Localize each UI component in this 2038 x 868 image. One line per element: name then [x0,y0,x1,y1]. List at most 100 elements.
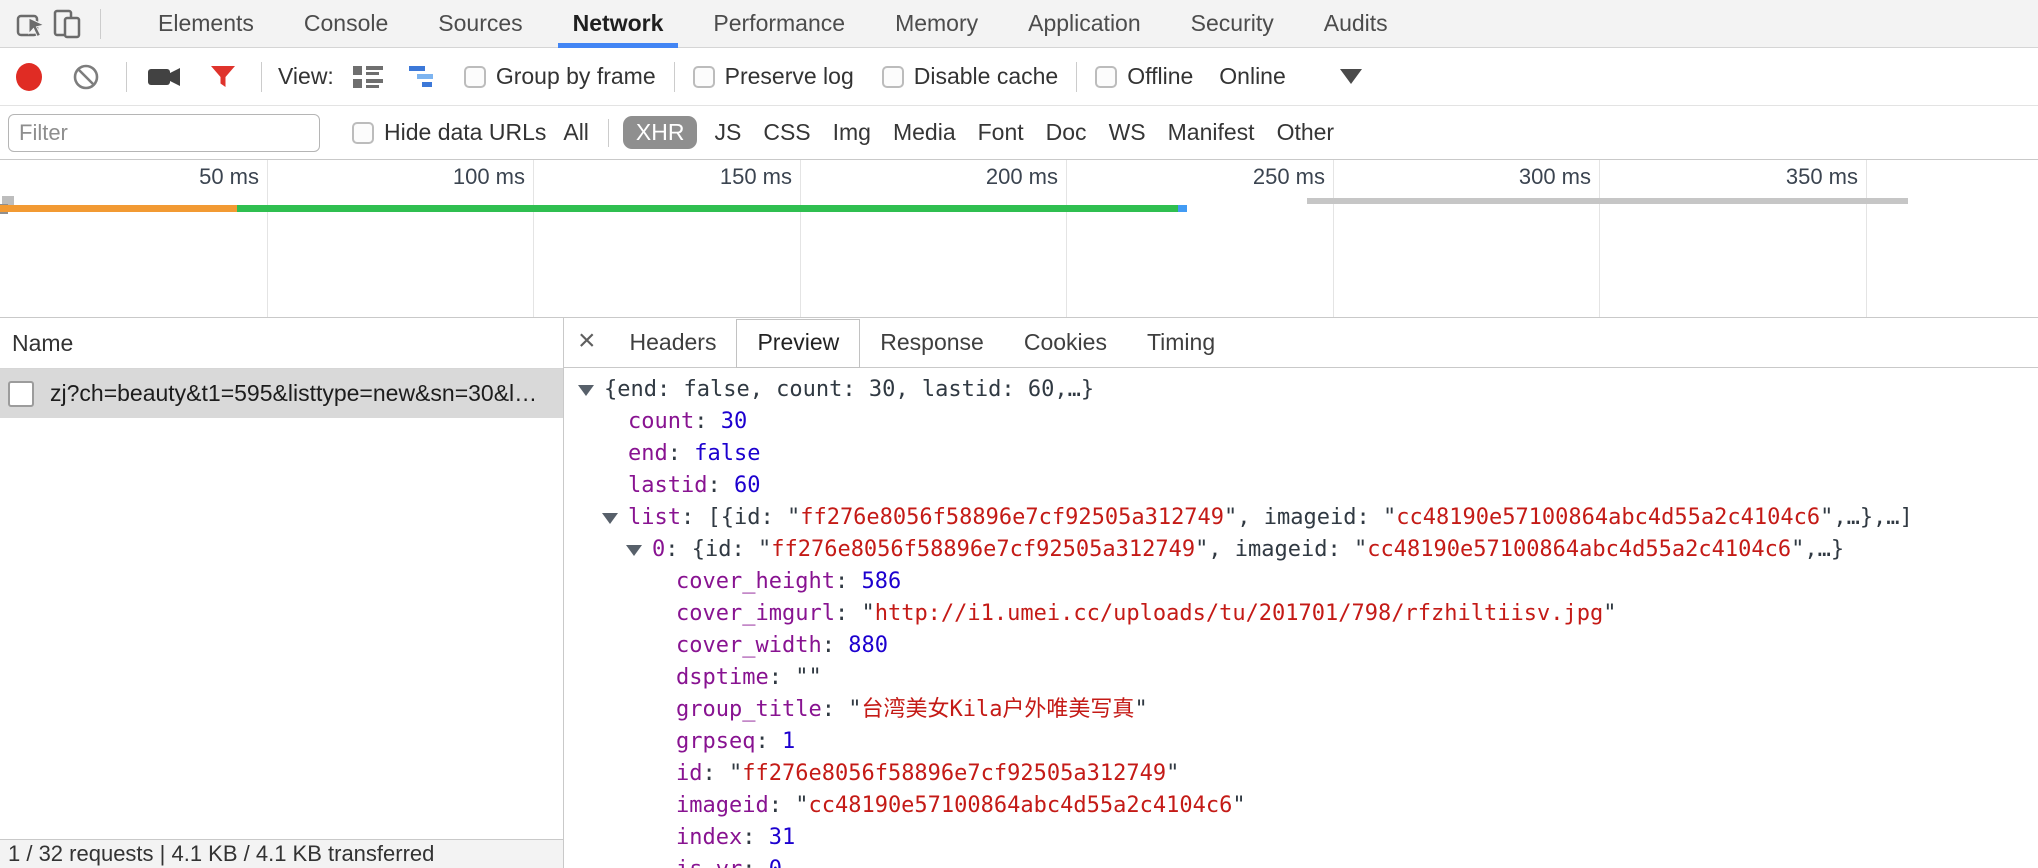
name-column-header[interactable]: Name [0,318,563,369]
tree-line[interactable]: dsptime: "" [564,662,2038,694]
tree-seg-plain: : " [703,761,743,786]
expand-arrow-icon[interactable] [602,502,628,534]
filter-type-font[interactable]: Font [978,119,1024,146]
tab-audits[interactable]: Audits [1299,0,1413,48]
filter-type-css[interactable]: CSS [763,119,810,146]
timeline-tick-label: 150 ms [720,164,792,190]
tree-line[interactable]: end: false [564,438,2038,470]
devtools-window: ElementsConsoleSourcesNetworkPerformance… [0,0,2038,868]
close-icon[interactable]: × [578,326,596,356]
waterfall-bar-blue-tip [1178,205,1187,212]
tree-seg-plain: : [707,473,734,498]
tree-line[interactable]: cover_imgurl: "http://i1.umei.cc/uploads… [564,598,2038,630]
detail-tab-headers[interactable]: Headers [610,318,737,368]
tree-line[interactable]: group_title: "台湾美女Kila户外唯美写真" [564,694,2038,726]
preserve-log-checkbox[interactable] [693,66,715,88]
detail-tab-response[interactable]: Response [860,318,1004,368]
tab-elements[interactable]: Elements [133,0,279,48]
filter-type-img[interactable]: Img [833,119,871,146]
resource-doc-icon [8,381,34,407]
clear-icon[interactable] [68,59,104,95]
tree-line[interactable]: is_vr: 0 [564,854,2038,868]
divider [261,62,262,92]
filter-type-doc[interactable]: Doc [1046,119,1087,146]
show-overview-icon[interactable] [406,59,442,95]
filter-type-media[interactable]: Media [893,119,956,146]
waterfall-bar-green [237,205,1178,212]
filter-type-js[interactable]: JS [714,119,741,146]
tree-seg-num: 0 [769,857,782,868]
hide-data-urls-label: Hide data URLs [384,119,546,146]
throttling-caret-icon[interactable] [1340,69,1362,84]
tree-seg-key: id [676,761,703,786]
hide-data-urls-checkbox[interactable] [352,122,374,144]
tree-seg-key: cover_width [676,633,822,658]
filter-funnel-icon[interactable] [205,59,241,95]
detail-tab-cookies[interactable]: Cookies [1004,318,1127,368]
filter-type-ws[interactable]: WS [1109,119,1146,146]
requests-status-bar: 1 / 32 requests | 4.1 KB / 4.1 KB transf… [0,839,563,868]
timeline-gridline [1333,160,1334,317]
filter-type-xhr[interactable]: XHR [623,116,698,149]
tree-seg-key: count [628,409,694,434]
offline-label: Offline [1127,63,1193,90]
timeline-gridline [1599,160,1600,317]
tab-network[interactable]: Network [548,0,689,48]
tree-line[interactable]: lastid: 60 [564,470,2038,502]
tree-seg-str: ff276e8056f58896e7cf92505a312749 [771,537,1195,562]
tree-line[interactable]: grpseq: 1 [564,726,2038,758]
capture-screenshots-icon[interactable] [147,59,183,95]
record-button[interactable] [16,63,42,91]
divider [126,62,127,92]
tab-sources[interactable]: Sources [413,0,547,48]
filter-type-other[interactable]: Other [1277,119,1335,146]
request-row[interactable]: zj?ch=beauty&t1=595&listtype=new&sn=30&l… [0,369,563,418]
tree-seg-plain: " [1603,601,1616,626]
timeline-gridline [800,160,801,317]
network-overview[interactable]: 50 ms100 ms150 ms200 ms250 ms300 ms350 m… [0,160,2038,318]
tree-line[interactable]: cover_width: 880 [564,630,2038,662]
waterfall-bar-gray [1307,198,1908,204]
divider [1076,62,1077,92]
tree-line[interactable]: index: 31 [564,822,2038,854]
tree-line[interactable]: list: [{id: "ff276e8056f58896e7cf92505a3… [564,502,2038,534]
tree-line[interactable]: imageid: "cc48190e57100864abc4d55a2c4104… [564,790,2038,822]
tree-line[interactable]: {end: false, count: 30, lastid: 60,…} [564,374,2038,406]
tree-line[interactable]: 0: {id: "ff276e8056f58896e7cf92505a31274… [564,534,2038,566]
tree-seg-key: index [676,825,742,850]
offline-checkbox[interactable] [1095,66,1117,88]
detail-tab-preview[interactable]: Preview [736,319,860,368]
tree-line[interactable]: count: 30 [564,406,2038,438]
tree-seg-key: lastid [628,473,707,498]
tab-security[interactable]: Security [1166,0,1299,48]
tree-line[interactable]: id: "ff276e8056f58896e7cf92505a312749" [564,758,2038,790]
tree-seg-plain: ", imageid: " [1224,505,1396,530]
filter-type-all[interactable]: All [563,119,589,146]
disable-cache-checkbox[interactable] [882,66,904,88]
tree-seg-str: ff276e8056f58896e7cf92505a312749 [800,505,1224,530]
tree-seg-key: list [628,505,681,530]
tree-seg-key: 0 [652,537,665,562]
tab-application[interactable]: Application [1003,0,1166,48]
tree-seg-plain: : " [769,793,809,818]
group-by-frame-checkbox[interactable] [464,66,486,88]
tree-line[interactable]: cover_height: 586 [564,566,2038,598]
tab-console[interactable]: Console [279,0,413,48]
tree-seg-str: ff276e8056f58896e7cf92505a312749 [742,761,1166,786]
filter-type-manifest[interactable]: Manifest [1168,119,1255,146]
timeline-gridline [1866,160,1867,317]
expand-arrow-icon[interactable] [578,374,604,406]
filter-input[interactable] [8,114,320,152]
tree-seg-plain: ",…},…] [1820,505,1913,530]
tab-memory[interactable]: Memory [870,0,1003,48]
detail-tab-timing[interactable]: Timing [1127,318,1235,368]
tab-performance[interactable]: Performance [688,0,870,48]
expand-arrow-icon[interactable] [626,534,652,566]
tree-seg-num: 586 [861,569,901,594]
device-toolbar-icon[interactable] [50,6,86,42]
tree-seg-plain: : [668,441,695,466]
throttling-select[interactable]: Online [1219,63,1285,90]
inspect-element-icon[interactable] [14,6,50,42]
large-rows-icon[interactable] [350,59,386,95]
requests-panel: Name zj?ch=beauty&t1=595&listtype=new&sn… [0,318,564,868]
